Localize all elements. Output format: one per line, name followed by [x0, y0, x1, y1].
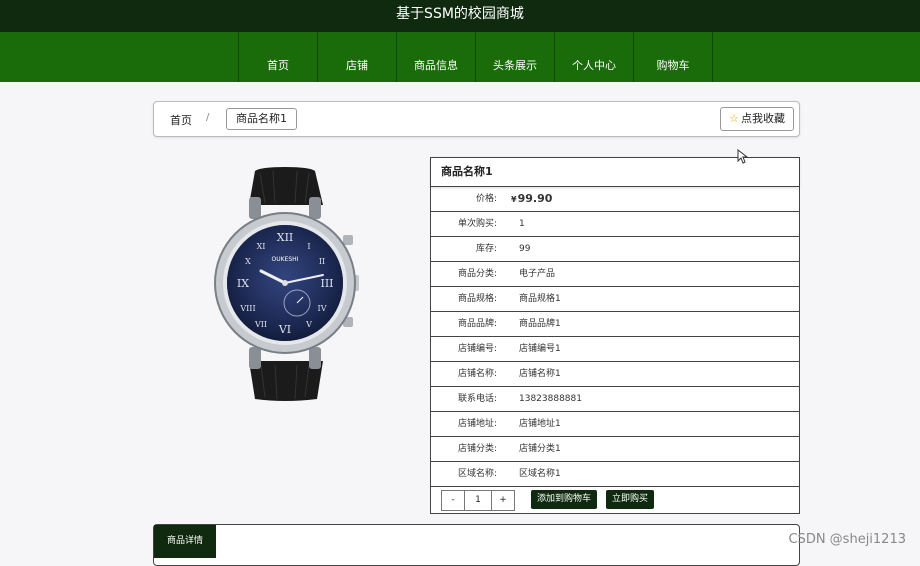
info-label: 商品分类: [457, 269, 497, 279]
star-icon: ☆ [729, 112, 739, 125]
mouse-cursor-icon [737, 149, 749, 164]
nav-item-home[interactable]: 首页 [238, 32, 317, 82]
info-row: 商品分类: 电子产品 [431, 262, 799, 287]
breadcrumb: 首页 / 商品名称1 ☆ 点我收藏 [153, 101, 800, 137]
info-label: 单次购买: [457, 219, 497, 229]
currency-symbol: ¥ [511, 195, 517, 204]
site-title: 基于SSM的校园商城 [0, 0, 920, 32]
info-row: 区域名称: 区域名称1 [431, 462, 799, 487]
product-info-table: 商品名称1 价格: ¥99.90 单次购买: 1 库存: 99 商品分类: 电子产品 商品规… [430, 157, 800, 514]
product-image: XII III VI IX I II IV V VII VIII X XI OU… [214, 167, 359, 401]
info-label: 店铺分类: [457, 444, 497, 454]
nav-item-profile[interactable]: 个人中心 [554, 32, 633, 82]
quantity-stepper: - 1 + [441, 490, 515, 511]
add-to-cart-button[interactable]: 添加到购物车 [531, 490, 598, 509]
quantity-input[interactable]: 1 [464, 491, 492, 510]
svg-text:I: I [307, 242, 310, 251]
buy-now-button[interactable]: 立即购买 [606, 490, 655, 509]
info-label: 店铺地址: [457, 419, 497, 429]
nav-item-headlines[interactable]: 头条展示 [475, 32, 554, 82]
info-value: 商品规格1 [519, 294, 561, 304]
info-value: 店铺名称1 [519, 369, 561, 379]
nav-item-shops[interactable]: 店铺 [317, 32, 396, 82]
info-label: 库存: [475, 244, 497, 254]
info-row: 店铺分类: 店铺分类1 [431, 437, 799, 462]
info-row: 单次购买: 1 [431, 212, 799, 237]
info-value: 电子产品 [519, 269, 556, 279]
info-value: 1 [519, 219, 525, 229]
product-details-panel: 商品详情 [153, 524, 800, 566]
info-value: 99 [519, 244, 531, 254]
breadcrumb-separator: / [206, 112, 210, 123]
info-value: 店铺地址1 [519, 419, 561, 429]
info-label: 区域名称: [457, 469, 497, 479]
svg-text:V: V [305, 320, 312, 329]
purchase-row: - 1 + 添加到购物车 立即购买 [431, 487, 799, 513]
svg-text:X: X [245, 257, 251, 266]
svg-text:IV: IV [318, 304, 327, 313]
svg-text:IX: IX [237, 277, 249, 290]
info-value: 区域名称1 [519, 469, 561, 479]
price-amount: 99.90 [517, 192, 553, 205]
tab-product-details[interactable]: 商品详情 [154, 525, 216, 558]
svg-text:VI: VI [278, 323, 291, 336]
nav-item-products[interactable]: 商品信息 [396, 32, 475, 82]
favorite-button-label: 点我收藏 [741, 112, 785, 125]
quantity-minus-button[interactable]: - [442, 491, 464, 510]
info-label: 商品规格: [457, 294, 497, 304]
info-label: 联系电话: [457, 394, 497, 404]
svg-text:III: III [320, 277, 333, 290]
main-nav: 首页 店铺 商品信息 头条展示 个人中心 购物车 [0, 32, 920, 82]
info-row: 库存: 99 [431, 237, 799, 262]
info-row: 店铺编号: 店铺编号1 [431, 337, 799, 362]
svg-text:II: II [319, 257, 325, 266]
watermark: CSDN @sheji1213 [788, 532, 906, 547]
info-value: 商品品牌1 [519, 319, 561, 329]
nav-item-cart[interactable]: 购物车 [633, 32, 713, 82]
nav-menu: 首页 店铺 商品信息 头条展示 个人中心 购物车 [238, 32, 713, 82]
breadcrumb-home-link[interactable]: 首页 [170, 112, 192, 128]
svg-text:XII: XII [277, 231, 294, 244]
info-value: 店铺编号1 [519, 344, 561, 354]
quantity-plus-button[interactable]: + [492, 491, 514, 510]
info-row: 商品规格: 商品规格1 [431, 287, 799, 312]
info-row: 店铺地址: 店铺地址1 [431, 412, 799, 437]
info-value: 13823888881 [519, 394, 582, 404]
info-label: 店铺名称: [457, 369, 497, 379]
info-row: 联系电话: 13823888881 [431, 387, 799, 412]
info-row: 店铺名称: 店铺名称1 [431, 362, 799, 387]
favorite-button[interactable]: ☆ 点我收藏 [720, 107, 794, 131]
info-row: 商品品牌: 商品品牌1 [431, 312, 799, 337]
breadcrumb-current: 商品名称1 [226, 108, 297, 130]
info-label: 店铺编号: [457, 344, 497, 354]
svg-text:XI: XI [257, 242, 266, 251]
price-value: ¥99.90 [497, 187, 552, 211]
price-row: 价格: ¥99.90 [431, 187, 799, 212]
svg-text:VII: VII [254, 320, 267, 329]
info-label: 商品品牌: [457, 319, 497, 329]
svg-text:VIII: VIII [239, 304, 255, 313]
price-label: 价格: [475, 194, 497, 204]
watch-logo: OUKESHI [272, 256, 299, 263]
info-value: 店铺分类1 [519, 444, 561, 454]
